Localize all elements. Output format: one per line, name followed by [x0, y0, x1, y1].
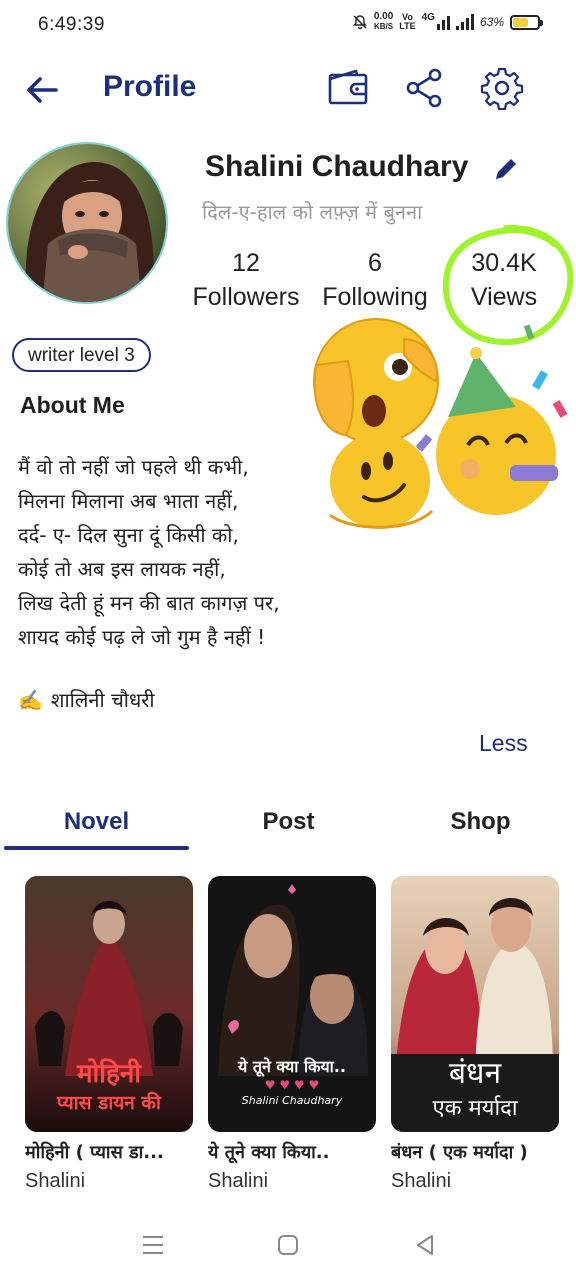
- about-line: कोई तो अब इस लायक नहीं,: [18, 557, 226, 581]
- user-name: Shalini Chaudhary: [205, 150, 469, 183]
- arrow-left-icon[interactable]: [22, 70, 62, 110]
- status-time: 6:49:39: [38, 14, 105, 35]
- book-title: मोहिनी ( प्यास डा...: [25, 1142, 164, 1163]
- emoji-stickers: [313, 318, 568, 529]
- about-line: मिलना मिलाना अब भाता नहीं,: [18, 489, 239, 513]
- book-author: Shalini: [391, 1170, 452, 1192]
- book-cover[interactable]: ये तूने क्या किया.. ♥ ♥ ♥ ♥ Shalini Chau…: [208, 876, 376, 1132]
- book-cover[interactable]: मोहिनी प्यास डायन की: [25, 876, 193, 1132]
- book-card[interactable]: ये तूने क्या किया.. ♥ ♥ ♥ ♥ Shalini Chau…: [208, 876, 378, 1193]
- about-text: मैं वो तो नहीं जो पहले थी कभी, मिलना मिल…: [18, 450, 280, 654]
- share-icon[interactable]: [402, 66, 446, 110]
- net-speed-unit: KB/S: [373, 22, 394, 31]
- book-author: Shalini: [208, 1170, 269, 1192]
- following-count: 6: [368, 249, 382, 277]
- about-signature: ✍️ शालिनी चौधरी: [18, 686, 155, 713]
- signal-icon-2: [455, 14, 474, 30]
- signal-icon-1: [436, 14, 450, 30]
- followers-stat[interactable]: 12 Followers: [188, 246, 304, 314]
- net-speed: 0.00 KB/S: [374, 12, 393, 32]
- status-icons: 0.00 KB/S Vo LTE 4G 63%: [352, 11, 543, 32]
- volte-indicator: Vo LTE: [399, 13, 415, 31]
- net-speed-value: 0.00: [373, 11, 394, 22]
- book-author: Shalini: [25, 1170, 86, 1192]
- about-title: About Me: [20, 392, 125, 418]
- about-line: लिख देती हूं मन की बात कागज़ पर,: [18, 591, 280, 615]
- status-bar: 6:49:39 0.00 KB/S Vo LTE 4G 63%: [0, 0, 576, 52]
- volte-bottom: LTE: [399, 21, 416, 31]
- book-title: ये तूने क्या किया..: [208, 1142, 330, 1163]
- battery-percent: 63%: [479, 15, 504, 29]
- menu-icon[interactable]: [138, 1230, 168, 1260]
- wallet-icon[interactable]: [326, 66, 370, 110]
- writer-level-badge: writer level 3: [12, 338, 151, 372]
- book-card[interactable]: बंधन एक मर्यादा बंधन ( एक मर्यादा ) Shal…: [391, 876, 561, 1193]
- writing-hand-icon: ✍️: [18, 687, 43, 712]
- less-link[interactable]: Less: [479, 730, 528, 757]
- book-card[interactable]: मोहिनी प्यास डायन की मोहिनी ( प्यास डा..…: [25, 876, 195, 1193]
- tab-shop[interactable]: Shop: [388, 808, 573, 836]
- avatar[interactable]: [6, 142, 168, 304]
- face-peeking-icon: [313, 318, 439, 444]
- back-triangle-icon[interactable]: [410, 1230, 440, 1260]
- book-cover-title: बंधन: [448, 1056, 502, 1091]
- network-type: 4G: [421, 11, 435, 23]
- bell-muted-icon: [352, 15, 367, 30]
- content-tabs: Novel Post Shop: [0, 800, 576, 854]
- book-cover-subtitle: Shalini Chaudhary: [241, 1094, 343, 1107]
- gear-icon[interactable]: [480, 66, 524, 110]
- battery-level: [513, 17, 529, 27]
- about-line: शायद कोई पढ़ ले जो गुम है नहीं !: [18, 625, 266, 649]
- followers-label: Followers: [192, 283, 300, 311]
- about-line: मैं वो तो नहीं जो पहले थी कभी,: [18, 455, 249, 479]
- book-cover-title: मोहिनी: [77, 1059, 141, 1089]
- pencil-icon[interactable]: [490, 153, 522, 185]
- system-nav-bar: [0, 1210, 576, 1280]
- app-header: Profile: [0, 52, 576, 124]
- face-melting-icon: [329, 433, 434, 529]
- face-party-icon: [415, 324, 568, 515]
- battery-icon: [510, 14, 543, 30]
- hearts-decoration: ♥ ♥ ♥ ♥: [264, 1078, 320, 1092]
- following-stat[interactable]: 6 Following: [318, 246, 432, 314]
- book-cover-title: ये तूने क्या किया..: [238, 1057, 346, 1076]
- home-icon[interactable]: [273, 1230, 303, 1260]
- followers-count: 12: [232, 249, 260, 277]
- book-cover-subtitle: प्यास डायन की: [57, 1092, 161, 1114]
- book-cover-subtitle: एक मर्यादा: [432, 1096, 518, 1121]
- following-label: Following: [322, 283, 428, 311]
- tab-post[interactable]: Post: [196, 808, 381, 836]
- active-tab-indicator: [4, 846, 189, 850]
- profile-tagline: दिल-ए-हाल को लफ़्ज़ में बुनना: [202, 200, 423, 224]
- avatar-image: [8, 144, 166, 302]
- book-cover[interactable]: बंधन एक मर्यादा: [391, 876, 559, 1132]
- tab-novel[interactable]: Novel: [4, 808, 189, 836]
- book-title: बंधन ( एक मर्यादा ): [391, 1142, 528, 1163]
- page-title: Profile: [103, 70, 197, 103]
- about-line: दर्द- ए- दिल सुना दूं किसी को,: [18, 523, 239, 547]
- signature-text: शालिनी चौधरी: [50, 688, 155, 712]
